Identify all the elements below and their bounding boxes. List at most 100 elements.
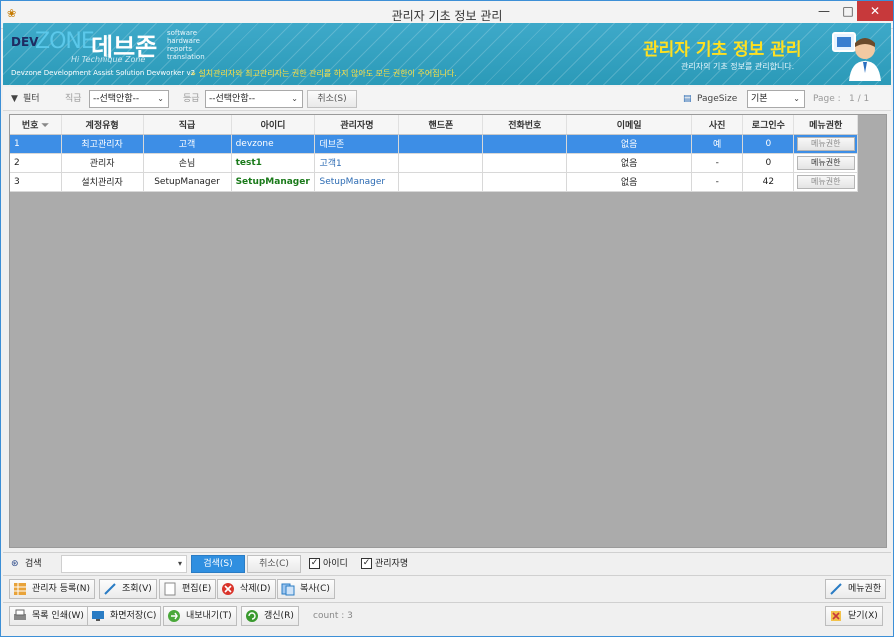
add-grid-icon — [14, 583, 26, 595]
close-button[interactable]: 닫기(X) — [825, 606, 883, 626]
view-button[interactable]: 조회(V) — [99, 579, 157, 599]
cell-no: 3 — [10, 172, 62, 192]
cell-rank: 손님 — [143, 153, 232, 173]
search-label: 검색 — [25, 559, 42, 569]
refresh-icon — [246, 610, 258, 622]
delete-button[interactable]: 삭제(D) — [217, 579, 276, 599]
column-header[interactable]: 번호 ⏷ — [10, 115, 62, 135]
cell-photo: - — [691, 153, 744, 173]
refresh-button[interactable]: 갱신(R) — [241, 606, 299, 626]
filter-cancel-button[interactable]: 취소(S) — [307, 90, 357, 108]
action-row-top: 관리자 등록(N) 조회(V) 편집(E) 삭제(D) 복사(C) 메뉴권한 — [3, 575, 891, 599]
cell-menu: 메뉴권한 — [793, 134, 858, 154]
window-title: 관리자 기초 정보 관리 — [391, 9, 503, 23]
monitor-icon — [92, 611, 104, 621]
admin-person-icon — [832, 32, 881, 81]
name-checkbox-label: 관리자명 — [375, 559, 409, 569]
grade-label: 등급 — [183, 94, 200, 104]
search-bar: ⊛ 검색 ▾ 검색(S) 취소(C) ✓ 아이디 ✓ 관리자명 — [3, 552, 891, 574]
cell-rank: 고객 — [143, 134, 232, 154]
cell-rank: SetupManager — [143, 172, 232, 192]
menu-permission-action-button[interactable]: 메뉴권한 — [825, 579, 887, 599]
cell-no: 1 — [10, 134, 62, 154]
grade-select[interactable]: --선택안함-- ⌄ — [205, 90, 303, 108]
logo-word: hardware — [167, 37, 200, 45]
cell-no: 2 — [10, 153, 62, 173]
register-admin-button[interactable]: 관리자 등록(N) — [9, 579, 96, 599]
filter-toolbar: ▼ 필터 직급 --선택안함-- ⌄ 등급 --선택안함-- ⌄ 취소(S) ▤… — [3, 87, 891, 111]
cell-menu: 메뉴권한 — [793, 153, 858, 173]
column-header[interactable]: 관리자명 — [314, 115, 400, 135]
dropdown-arrow-icon: ▾ — [177, 559, 182, 568]
menu-permission-button[interactable]: 메뉴권한 — [796, 155, 855, 170]
pagesize-icon: ▤ — [683, 94, 692, 104]
page-value: 1 / 1 — [849, 94, 870, 104]
search-cancel-button[interactable]: 취소(C) — [247, 555, 301, 573]
save-screen-label: 화면저장(C) — [110, 611, 157, 621]
column-header[interactable]: 메뉴권한 — [793, 115, 858, 135]
close-door-icon — [831, 611, 841, 621]
cell-name: 데브존 — [314, 134, 400, 154]
printer-icon — [14, 609, 26, 620]
logo-word: translation — [167, 53, 205, 61]
rank-select[interactable]: --선택안함-- ⌄ — [89, 90, 169, 108]
column-header[interactable]: 사진 — [691, 115, 744, 135]
menu-permission-label: 메뉴권한 — [848, 584, 882, 594]
close-window-button[interactable]: ✕ — [857, 1, 893, 21]
column-header[interactable]: 이메일 — [566, 115, 693, 135]
print-list-button[interactable]: 목록 인쇄(W) — [9, 606, 89, 626]
column-header[interactable]: 직급 — [143, 115, 232, 135]
register-admin-label: 관리자 등록(N) — [32, 584, 91, 594]
cell-id: SetupManager — [231, 172, 316, 192]
column-header[interactable]: 로그인수 — [742, 115, 795, 135]
rank-label: 직급 — [65, 94, 82, 104]
cell-type: 최고관리자 — [61, 134, 144, 154]
column-header[interactable]: 계정유형 — [61, 115, 144, 135]
name-checkbox[interactable]: ✓ — [361, 558, 372, 569]
cell-logins: 42 — [742, 172, 795, 192]
page-label: Page : — [813, 94, 841, 104]
edit-button[interactable]: 편집(E) — [159, 579, 217, 599]
cell-email: 없음 — [566, 134, 693, 154]
search-input[interactable]: ▾ — [61, 555, 187, 573]
minimize-button[interactable]: — — [813, 1, 835, 21]
copy-icon — [281, 583, 295, 596]
id-checkbox[interactable]: ✓ — [309, 558, 320, 569]
column-header[interactable]: 아이디 — [231, 115, 316, 135]
cell-id: devzone — [231, 134, 316, 154]
app-window: ❀ 관리자 기초 정보 관리 — □ ✕ DEV ZONE 데브존 Hi Tec… — [0, 0, 894, 637]
menu-permission-button[interactable]: 메뉴권한 — [796, 136, 855, 151]
column-header[interactable]: 핸드폰 — [398, 115, 484, 135]
pagesize-select[interactable]: 기본 ⌄ — [747, 90, 805, 108]
cell-name: SetupManager — [314, 172, 400, 192]
cell-logins: 0 — [742, 134, 795, 154]
table-header-row: 번호 ⏷ 계정유형 직급 아이디 관리자명 핸드폰 전화번호 이메일 사진 로그… — [10, 115, 858, 135]
cell-logins: 0 — [742, 153, 795, 173]
pagesize-label: PageSize — [697, 94, 738, 104]
table-row[interactable]: 2 관리자 손님 test1 고객1 없음 - 0 메뉴권한 — [10, 153, 858, 173]
pen-icon — [104, 583, 116, 595]
sort-icon: ⏷ — [41, 120, 49, 131]
search-button[interactable]: 검색(S) — [191, 555, 245, 573]
column-header[interactable]: 전화번호 — [482, 115, 568, 135]
table-row[interactable]: 1 최고관리자 고객 devzone 데브존 없음 예 0 메뉴권한 — [10, 134, 858, 154]
banner-description: 관리자의 기초 정보를 관리합니다. — [681, 62, 795, 71]
permission-notice: » 설치관리자와 최고관리자는 권한 관리를 하지 않아도 모든 권한이 주어집… — [191, 69, 457, 78]
save-screen-button[interactable]: 화면저장(C) — [87, 606, 162, 626]
id-checkbox-label: 아이디 — [323, 559, 348, 569]
cell-mobile — [398, 172, 484, 192]
maximize-button[interactable]: □ — [837, 1, 859, 21]
copy-button[interactable]: 복사(C) — [277, 579, 335, 599]
export-button[interactable]: 내보내기(T) — [163, 606, 237, 626]
cell-phone — [482, 153, 568, 173]
cell-menu: 메뉴권한 — [793, 172, 858, 192]
binoculars-icon: ⊛ — [11, 559, 19, 569]
logo-word: reports — [167, 45, 193, 53]
cell-photo: - — [691, 172, 744, 192]
cell-id: test1 — [231, 153, 316, 173]
cell-phone — [482, 172, 568, 192]
cell-type: 설치관리자 — [61, 172, 144, 192]
cell-type: 관리자 — [61, 153, 144, 173]
table-row[interactable]: 3 설치관리자 SetupManager SetupManager SetupM… — [10, 172, 858, 192]
menu-permission-button[interactable]: 메뉴권한 — [796, 174, 855, 189]
